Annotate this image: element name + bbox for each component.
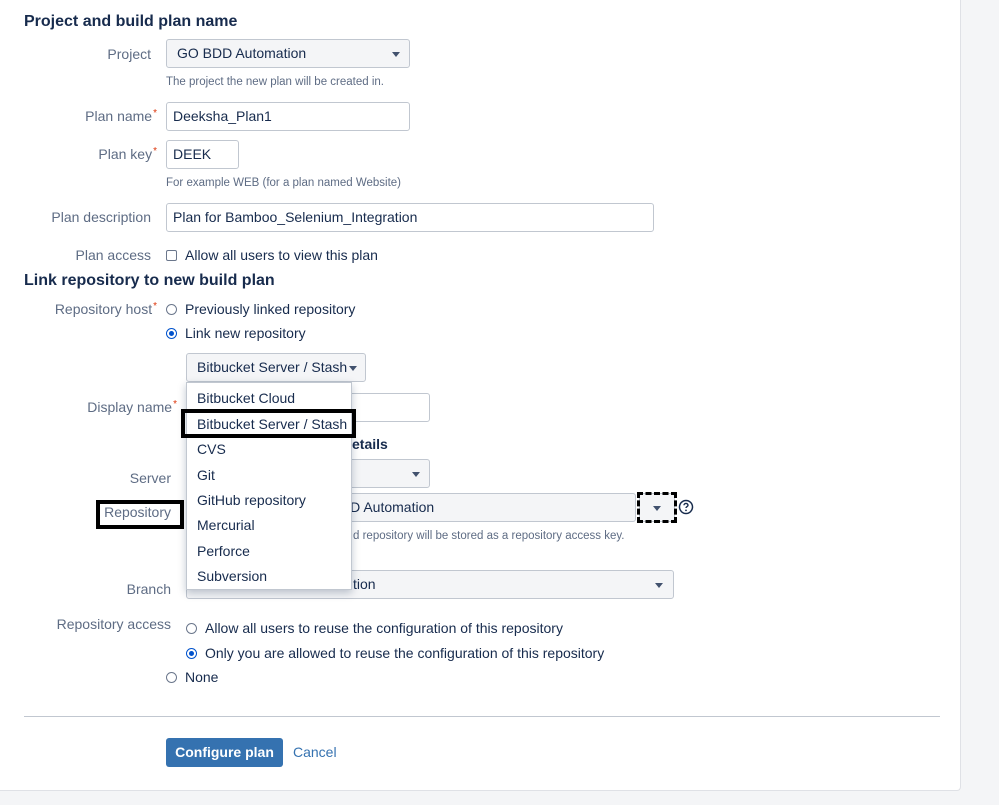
project-label: Project — [107, 46, 151, 62]
radio-link-new-label: Link new repository — [185, 325, 306, 341]
branch-label: Branch — [126, 581, 171, 597]
dropdown-option[interactable]: CVS — [197, 441, 226, 457]
display-name-label: Display name* — [0, 399, 177, 415]
chevron-down-icon — [412, 472, 420, 477]
radio-previously-linked-label: Previously linked repository — [185, 301, 356, 317]
radio-repo-access-none[interactable]: None — [166, 669, 218, 685]
required-marker: * — [153, 301, 157, 312]
repository-host-label: Repository host* — [0, 301, 157, 317]
radio-button[interactable] — [166, 671, 177, 683]
repository-type-select[interactable]: Bitbucket Server / Stash — [186, 353, 366, 382]
radio-button[interactable] — [166, 303, 177, 315]
plan-access-label: Plan access — [75, 247, 151, 263]
configure-plan-button[interactable]: Configure plan — [166, 738, 283, 767]
plan-name-input[interactable]: Deeksha_Plan1 — [166, 102, 410, 131]
dropdown-option[interactable]: Git — [197, 467, 215, 483]
section-heading-project: Project and build plan name — [24, 13, 238, 30]
plan-name-label-text: Plan name — [85, 108, 153, 124]
section-heading-repository: Link repository to new build plan — [24, 272, 275, 289]
chevron-down-icon — [392, 52, 400, 57]
server-label: Server — [129, 470, 171, 486]
dropdown-option[interactable]: GitHub repository — [197, 492, 306, 508]
plan-key-description: For example WEB (for a plan named Websit… — [166, 177, 401, 189]
branch-select-value: tion — [353, 576, 376, 592]
project-select[interactable]: GO BDD Automation — [166, 39, 410, 68]
plan-key-label-text: Plan key — [98, 146, 153, 162]
help-circle-icon[interactable] — [678, 499, 694, 515]
radio-button-selected[interactable] — [166, 327, 177, 339]
radio-repo-access-only-you[interactable]: Only you are allowed to reuse the config… — [186, 645, 604, 661]
chevron-down-icon — [655, 583, 663, 588]
radio-link-new[interactable]: Link new repository — [166, 325, 306, 341]
display-name-label-text: Display name — [87, 399, 173, 415]
plan-key-label: Plan key* — [0, 146, 157, 162]
chevron-down-icon — [349, 366, 357, 371]
project-description: The project the new plan will be created… — [166, 76, 384, 88]
plan-description-label: Plan description — [51, 209, 151, 225]
plan-access-checkbox[interactable] — [166, 249, 177, 261]
project-select-value: GO BDD Automation — [177, 45, 307, 61]
radio-repo-access-all[interactable]: Allow all users to reuse the configurati… — [186, 620, 563, 636]
radio-repo-access-none-label: None — [185, 669, 219, 685]
plan-description-input[interactable]: Plan for Bamboo_Selenium_Integration — [166, 203, 654, 232]
repository-select-value: DD Automation — [340, 499, 435, 515]
radio-repo-access-all-label: Allow all users to reuse the configurati… — [205, 620, 563, 636]
repository-type-select-value: Bitbucket Server / Stash — [197, 359, 348, 375]
divider — [24, 716, 940, 717]
dropdown-option[interactable]: Bitbucket Cloud — [197, 390, 295, 406]
dropdown-option[interactable]: Subversion — [197, 568, 267, 584]
required-marker: * — [153, 108, 157, 119]
radio-button[interactable] — [186, 622, 197, 634]
plan-key-input[interactable]: DEEK — [166, 140, 239, 169]
dropdown-option[interactable]: Mercurial — [197, 517, 255, 533]
radio-previously-linked[interactable]: Previously linked repository — [166, 301, 355, 317]
highlight-box-bitbucket-server — [181, 409, 356, 438]
repository-description: d repository will be stored as a reposit… — [353, 530, 625, 542]
highlight-box-repository-label — [96, 500, 184, 529]
server-details-heading: etails — [352, 436, 388, 452]
radio-repo-access-only-you-label: Only you are allowed to reuse the config… — [205, 645, 605, 661]
repository-access-label: Repository access — [56, 616, 171, 632]
repository-host-label-text: Repository host — [54, 301, 153, 317]
plan-access-checkbox-label: Allow all users to view this plan — [185, 247, 378, 263]
focus-highlight-box — [637, 492, 677, 523]
required-marker: * — [173, 399, 177, 410]
plan-access-checkbox-row[interactable]: Allow all users to view this plan — [166, 247, 378, 263]
cancel-link[interactable]: Cancel — [293, 744, 337, 760]
required-marker: * — [153, 146, 157, 157]
dropdown-option[interactable]: Perforce — [197, 543, 250, 559]
radio-button-selected[interactable] — [186, 647, 197, 659]
plan-name-label: Plan name* — [0, 108, 157, 124]
